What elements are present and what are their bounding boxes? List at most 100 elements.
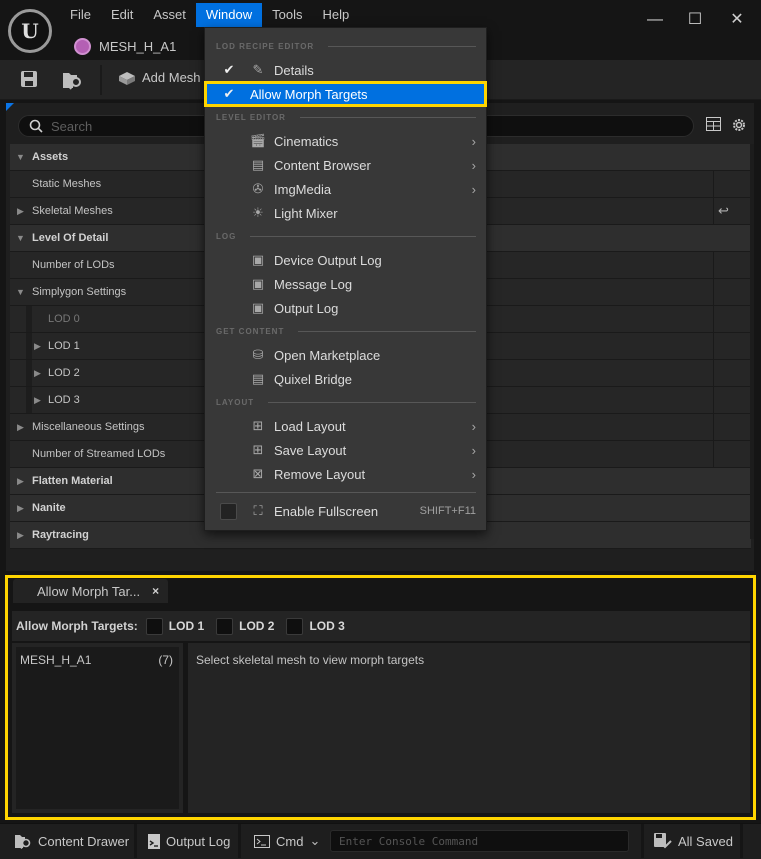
table-view-icon[interactable] bbox=[706, 117, 721, 136]
shortcut-label: SHIFT+F11 bbox=[419, 505, 476, 517]
save-icon[interactable] bbox=[18, 70, 40, 90]
menu-item-load-layout[interactable]: ⊞ Load Layout › bbox=[205, 414, 486, 438]
morph-targets-panel: Allow Morph Tar... × Allow Morph Targets… bbox=[5, 575, 756, 820]
menu-tools[interactable]: Tools bbox=[262, 3, 312, 27]
menu-help[interactable]: Help bbox=[312, 3, 359, 27]
menu-item-save-layout[interactable]: ⊞ Save Layout › bbox=[205, 438, 486, 462]
maximize-button[interactable]: ☐ bbox=[685, 10, 705, 30]
lod2-checkbox[interactable] bbox=[216, 617, 234, 635]
minimize-button[interactable]: — bbox=[645, 10, 665, 30]
search-icon bbox=[29, 119, 43, 133]
chevron-down-icon: ⌄ bbox=[309, 833, 321, 848]
close-tab-icon[interactable]: × bbox=[152, 584, 159, 598]
folder-search-icon: ▤ bbox=[251, 157, 265, 172]
window-menu-dropdown: LOD RECIPE EDITOR ✔ ✎ Details ✔ Allow Mo… bbox=[204, 27, 487, 531]
menu-file[interactable]: File bbox=[60, 3, 101, 27]
log-terminal-icon: ▣ bbox=[251, 252, 265, 267]
collapsed-arrow-icon[interactable]: ▶ bbox=[34, 368, 41, 379]
menu-item-message-log[interactable]: ▣ Message Log bbox=[205, 272, 486, 296]
menu-item-cinematics[interactable]: 🎬︎ Cinematics › bbox=[205, 129, 486, 153]
content-drawer-button[interactable]: Content Drawer bbox=[14, 824, 129, 858]
collapsed-arrow-icon[interactable]: ▶ bbox=[34, 341, 41, 352]
section-log: LOG bbox=[216, 228, 476, 244]
mesh-list-item[interactable]: MESH_H_A1 (7) bbox=[16, 647, 179, 809]
value-column: ↩ bbox=[713, 198, 751, 224]
morph-target-view: Select skeletal mesh to view morph targe… bbox=[188, 643, 750, 813]
lod2-label: LOD 2 bbox=[239, 619, 275, 633]
lod3-label: LOD 3 bbox=[309, 619, 345, 633]
menu-item-imgmedia[interactable]: ✇ ImgMedia › bbox=[205, 177, 486, 201]
menu-edit[interactable]: Edit bbox=[101, 3, 143, 27]
menu-window[interactable]: Window bbox=[195, 3, 263, 27]
menu-bar: File Edit Asset Window Tools Help bbox=[60, 3, 359, 27]
section-level-editor: LEVEL EDITOR bbox=[216, 109, 476, 125]
log-terminal-icon: ▣ bbox=[251, 300, 265, 315]
terminal-icon bbox=[254, 834, 270, 848]
output-log-icon bbox=[148, 834, 160, 849]
morph-tab-label: Allow Morph Tar... bbox=[37, 583, 141, 599]
settings-gear-icon[interactable] bbox=[731, 117, 747, 138]
console-command-input[interactable]: Enter Console Command bbox=[330, 830, 629, 852]
menu-item-output-log[interactable]: ▣ Output Log bbox=[205, 296, 486, 320]
menu-item-quixel-bridge[interactable]: ▤ Quixel Bridge bbox=[205, 367, 486, 391]
expanded-arrow-icon: ▼ bbox=[16, 152, 25, 162]
collapsed-arrow-icon: ▶ bbox=[17, 502, 24, 513]
lod-checkbox-bar: Allow Morph Targets: LOD 1 LOD 2 LOD 3 bbox=[12, 611, 750, 641]
document-tab[interactable]: MESH_H_A1 bbox=[66, 34, 176, 58]
saved-check-icon bbox=[654, 833, 672, 849]
message-log-icon: ▣ bbox=[251, 276, 265, 291]
cmd-dropdown[interactable]: Cmd ⌄ bbox=[254, 824, 320, 858]
reset-to-default-icon[interactable]: ↩ bbox=[718, 203, 729, 219]
indent-guide bbox=[10, 360, 32, 386]
morph-count: (7) bbox=[158, 653, 173, 667]
value-column bbox=[713, 306, 751, 332]
details-scrollbar[interactable] bbox=[750, 144, 754, 539]
status-separator bbox=[238, 824, 241, 858]
section-get-content: GET CONTENT bbox=[216, 323, 476, 339]
light-mixer-icon: ☀ bbox=[252, 205, 264, 220]
menu-item-remove-layout[interactable]: ⊠ Remove Layout › bbox=[205, 462, 486, 486]
menu-item-open-marketplace[interactable]: ⛁ Open Marketplace bbox=[205, 343, 486, 367]
menu-item-enable-fullscreen[interactable]: ⛶ Enable Fullscreen SHIFT+F11 bbox=[205, 499, 486, 523]
fullscreen-checkbox[interactable] bbox=[220, 502, 237, 520]
status-bar: Content Drawer Output Log Cmd ⌄ Enter Co… bbox=[0, 823, 761, 859]
menu-item-details[interactable]: ✔ ✎ Details bbox=[205, 58, 486, 82]
lod1-checkbox[interactable] bbox=[145, 617, 163, 635]
empty-state-message: Select skeletal mesh to view morph targe… bbox=[196, 653, 425, 667]
collapsed-arrow-icon[interactable]: ▶ bbox=[34, 395, 41, 406]
section-lod-recipe-editor: LOD RECIPE EDITOR bbox=[216, 38, 476, 54]
save-layout-icon: ⊞ bbox=[252, 442, 264, 457]
status-separator bbox=[641, 824, 644, 858]
close-button[interactable]: ✕ bbox=[727, 10, 747, 30]
value-column bbox=[713, 441, 751, 467]
menu-item-device-output-log[interactable]: ▣ Device Output Log bbox=[205, 248, 486, 272]
browse-content-icon[interactable] bbox=[62, 70, 84, 90]
value-column bbox=[713, 333, 751, 359]
remove-layout-icon: ⊠ bbox=[252, 466, 264, 481]
lod3-checkbox[interactable] bbox=[286, 617, 304, 635]
output-log-button[interactable]: Output Log bbox=[148, 824, 230, 858]
collapsed-arrow-icon[interactable]: ▶ bbox=[17, 422, 24, 433]
expanded-arrow-icon: ▼ bbox=[16, 287, 25, 297]
menu-item-allow-morph-targets[interactable]: ✔ Allow Morph Targets bbox=[204, 81, 487, 107]
submenu-arrow-icon: › bbox=[471, 181, 476, 197]
morph-targets-tab[interactable]: Allow Morph Tar... × bbox=[13, 579, 168, 603]
save-status-button[interactable]: All Saved bbox=[654, 824, 733, 858]
menu-item-light-mixer[interactable]: ☀ Light Mixer bbox=[205, 201, 486, 225]
menu-item-content-browser[interactable]: ▤ Content Browser › bbox=[205, 153, 486, 177]
collapsed-arrow-icon[interactable]: ▶ bbox=[17, 206, 24, 217]
marketplace-bag-icon: ⛁ bbox=[252, 347, 264, 362]
quixel-bridge-icon: ▤ bbox=[251, 371, 265, 386]
search-placeholder: Search bbox=[51, 118, 93, 134]
content-drawer-icon bbox=[15, 835, 31, 849]
collapsed-arrow-icon: ▶ bbox=[17, 475, 24, 486]
add-mesh-button[interactable]: Add Mesh bbox=[118, 70, 201, 85]
value-column bbox=[713, 360, 751, 386]
load-layout-icon: ⊞ bbox=[252, 418, 264, 433]
toolbar-separator bbox=[100, 65, 102, 95]
menu-asset[interactable]: Asset bbox=[143, 3, 196, 27]
panel-corner-marker bbox=[6, 103, 14, 111]
details-pencil-icon: ✎ bbox=[252, 62, 264, 77]
status-separator bbox=[134, 824, 137, 858]
submenu-arrow-icon: › bbox=[471, 157, 476, 173]
